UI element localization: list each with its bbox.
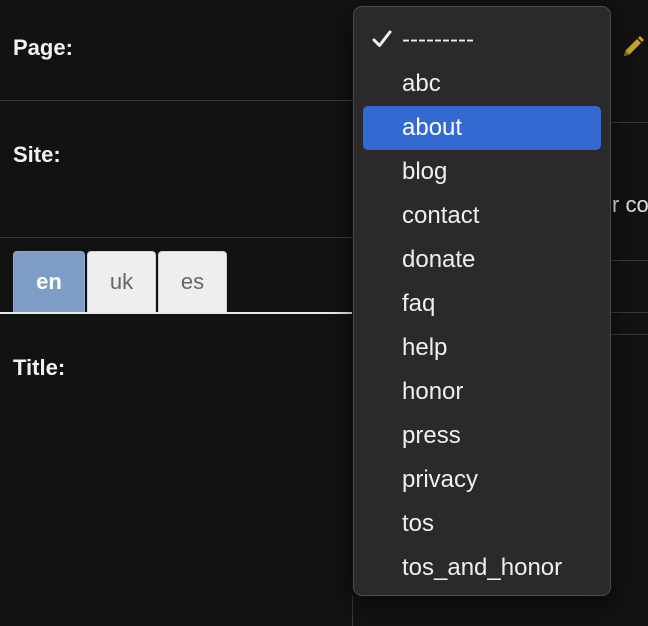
dropdown-option-label: --------- (402, 26, 474, 53)
language-tabs: en uk es (13, 251, 227, 313)
partial-help-text: r co (612, 192, 648, 217)
dropdown-option-honor[interactable]: honor (363, 370, 601, 414)
divider (611, 260, 648, 261)
dropdown-option-label: tos_and_honor (402, 554, 563, 581)
divider (611, 122, 648, 123)
dropdown-option-help[interactable]: help (363, 326, 601, 370)
dropdown-option-label: contact (402, 202, 480, 229)
dropdown-option-label: tos (402, 510, 435, 537)
site-field-label: Site: (13, 142, 61, 167)
dropdown-option-label: about (402, 114, 463, 141)
dropdown-option-label: abc (402, 70, 441, 97)
divider (0, 100, 353, 101)
tab-uk[interactable]: uk (87, 251, 156, 313)
dropdown-option-press[interactable]: press (363, 414, 601, 458)
divider (352, 596, 353, 626)
tab-es[interactable]: es (158, 251, 227, 313)
dropdown-option-blog[interactable]: blog (363, 150, 601, 194)
pencil-icon[interactable] (621, 35, 645, 59)
dropdown-option-about[interactable]: about (363, 106, 601, 150)
dropdown-option-label: honor (402, 378, 464, 405)
title-field-label: Title: (13, 355, 66, 380)
page-select-dropdown[interactable]: --------- abc about blog contact donate … (353, 6, 611, 596)
dropdown-option-label: blog (402, 158, 448, 185)
tabs-underline (0, 312, 352, 314)
divider (611, 334, 648, 335)
dropdown-option-faq[interactable]: faq (363, 282, 601, 326)
dropdown-option-contact[interactable]: contact (363, 194, 601, 238)
tab-en[interactable]: en (13, 251, 85, 313)
divider (0, 237, 353, 238)
dropdown-option-label: press (402, 422, 461, 449)
dropdown-option-empty[interactable]: --------- (363, 18, 601, 62)
dropdown-option-label: donate (402, 246, 476, 273)
checkmark-icon (372, 30, 392, 47)
dropdown-option-privacy[interactable]: privacy (363, 458, 601, 502)
divider (611, 312, 648, 313)
page-field-label: Page: (13, 35, 73, 60)
dropdown-option-abc[interactable]: abc (363, 62, 601, 106)
dropdown-option-tos[interactable]: tos (363, 502, 601, 546)
dropdown-option-label: privacy (402, 466, 479, 493)
dropdown-option-donate[interactable]: donate (363, 238, 601, 282)
admin-form-page: Page: Site: r co en uk es Title: -------… (0, 0, 648, 626)
dropdown-option-tos-and-honor[interactable]: tos_and_honor (363, 546, 601, 590)
dropdown-option-label: faq (402, 290, 436, 317)
dropdown-option-label: help (402, 334, 448, 361)
